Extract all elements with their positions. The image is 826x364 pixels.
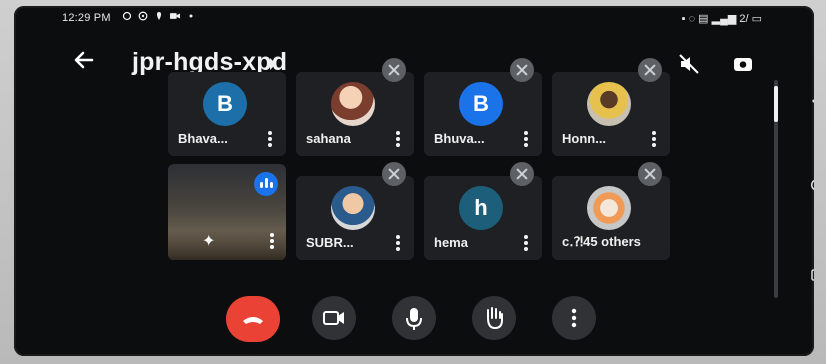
chevron-right-icon[interactable] <box>270 58 276 70</box>
microphone-button[interactable] <box>392 296 436 340</box>
switch-camera-icon <box>734 58 752 71</box>
mic-off-icon <box>382 162 406 186</box>
participant-tile[interactable]: B Bhuva... <box>424 58 542 156</box>
avatar <box>587 186 631 230</box>
hand-icon <box>487 307 503 330</box>
participant-name: Honn... <box>562 131 607 146</box>
participant-name: SUBR... <box>306 235 354 250</box>
status-bar: 12:29 PM ▪ ◌ ▤ ▂▄▆ 2/ ▭ <box>14 6 814 30</box>
raise-hand-button[interactable] <box>472 296 516 340</box>
mic-off-icon <box>638 58 662 82</box>
meeting-header: jpr-hgds-xpd <box>14 44 814 84</box>
avatar <box>587 82 631 126</box>
scrollbar-thumb[interactable] <box>774 86 778 122</box>
participant-tile[interactable]: Honn... <box>552 58 670 156</box>
others-count: c․⁈45 others <box>562 234 641 249</box>
avatar <box>331 82 375 126</box>
notification-icons <box>122 11 196 21</box>
more-vert-icon[interactable] <box>266 130 274 148</box>
whatsapp-icon <box>138 11 148 21</box>
more-vert-icon[interactable] <box>650 130 658 148</box>
microphone-icon <box>406 308 422 330</box>
more-vert-icon[interactable] <box>268 232 276 250</box>
participant-tile[interactable]: h hema <box>424 162 542 260</box>
back-triangle-icon[interactable] <box>810 94 814 108</box>
more-vert-icon[interactable] <box>394 234 402 252</box>
participant-name: Bhuva... <box>434 131 485 146</box>
recents-square-icon[interactable] <box>810 268 814 282</box>
self-video-tile[interactable]: ✦ <box>168 164 286 260</box>
call-controls <box>14 296 814 348</box>
hang-up-icon <box>243 317 263 324</box>
sync-icon <box>122 11 132 21</box>
participant-name: hema <box>434 235 468 250</box>
more-vert-icon[interactable] <box>522 234 530 252</box>
participant-name: Bhava... <box>178 131 228 146</box>
phone-screen: 12:29 PM ▪ ◌ ▤ ▂▄▆ 2/ ▭ jpr-hgds-xpd B B… <box>14 6 814 356</box>
participant-tile[interactable]: SUBR... <box>296 162 414 260</box>
sparkle-effects-icon[interactable]: ✦ <box>202 231 215 251</box>
participant-name: sahana <box>306 131 351 146</box>
status-time: 12:29 PM <box>62 12 111 24</box>
more-vert-icon[interactable] <box>394 130 402 148</box>
mic-off-icon <box>638 162 662 186</box>
avatar <box>331 186 375 230</box>
more-options-button[interactable] <box>552 296 596 340</box>
mic-off-icon <box>382 58 406 82</box>
speaking-indicator-icon <box>254 172 278 196</box>
avatar: h <box>459 186 503 230</box>
avatar: B <box>459 82 503 126</box>
mic-off-icon <box>510 162 534 186</box>
location-icon <box>156 12 162 20</box>
speaker-off-icon <box>679 54 699 74</box>
participant-tile[interactable]: sahana <box>296 58 414 156</box>
camera-button[interactable] <box>312 296 356 340</box>
home-circle-icon[interactable] <box>810 178 814 192</box>
audio-output-button[interactable] <box>677 52 701 76</box>
back-button[interactable] <box>70 48 98 76</box>
end-call-button[interactable] <box>226 296 280 342</box>
avatar: B <box>203 82 247 126</box>
participant-tile[interactable]: B Bhava... <box>168 72 286 156</box>
arrow-left-icon <box>74 51 94 69</box>
video-camera-icon <box>323 311 344 325</box>
more-vert-icon <box>571 308 577 328</box>
switch-camera-button[interactable] <box>731 52 755 76</box>
video-notification-icon <box>170 13 180 19</box>
more-vert-icon[interactable] <box>522 130 530 148</box>
mic-off-icon <box>510 58 534 82</box>
status-indicators: ▪ ◌ ▤ ▂▄▆ 2/ ▭ <box>681 13 762 25</box>
more-notifications-icon <box>189 14 193 18</box>
others-tile[interactable]: c․⁈45 others <box>552 162 670 260</box>
system-navigation <box>796 6 814 356</box>
